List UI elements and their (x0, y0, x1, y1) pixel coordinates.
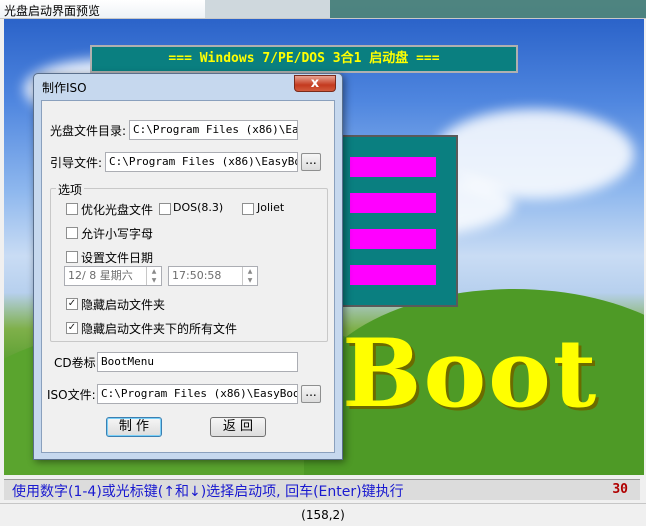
joliet-label: Joliet (257, 201, 285, 214)
hide-boot-label: 隐藏启动文件夹 (81, 298, 166, 312)
boot-hint-text: 使用数字(1-4)或光标键(↑和↓)选择启动项, 回车(Enter)键执行 (12, 484, 404, 500)
back-button[interactable]: 返 回 (210, 417, 266, 437)
browse-boot-file-button[interactable]: ... (301, 153, 321, 171)
boot-big-text: Boot (342, 319, 599, 429)
iso-file-label: ISO文件: (47, 388, 96, 402)
cd-dir-label: 光盘文件目录: (50, 124, 127, 138)
boot-menu-item[interactable] (350, 265, 436, 285)
boot-file-label: 引导文件: (50, 156, 103, 170)
dialog-title: 制作ISO (42, 81, 87, 95)
date-value: 12/ 8 星期六 (68, 269, 133, 282)
iso-file-input[interactable]: C:\Program Files (x86)\EasyBoot\iso (97, 384, 298, 404)
boot-menu (336, 135, 458, 307)
lowercase-label: 允许小写字母 (81, 227, 154, 241)
background-window-strip (205, 0, 330, 18)
background-window-strip (330, 0, 646, 18)
time-value: 17:50:58 (172, 269, 222, 282)
window-title: 光盘启动界面预览 (4, 4, 101, 18)
set-date-checkbox[interactable] (66, 251, 78, 263)
optimize-checkbox[interactable] (66, 203, 78, 215)
time-picker[interactable]: 17:50:58 ▲ ▼ (168, 266, 258, 286)
hide-boot-checkbox[interactable]: ✓ (66, 298, 78, 310)
countdown-timer: 30 (612, 482, 628, 497)
hide-all-label: 隐藏启动文件夹下的所有文件 (81, 322, 238, 336)
dialog-client-area: 光盘文件目录: C:\Program Files (x86)\EasyBoot\… (41, 100, 335, 453)
time-spin-arrows-icon[interactable]: ▲ ▼ (242, 267, 257, 285)
make-button[interactable]: 制 作 (106, 417, 162, 437)
set-date-label: 设置文件日期 (81, 251, 154, 265)
lowercase-checkbox[interactable] (66, 227, 78, 239)
boot-status-strip: 使用数字(1-4)或光标键(↑和↓)选择启动项, 回车(Enter)键执行 30 (4, 479, 640, 500)
make-iso-dialog: 制作ISO x 光盘文件目录: C:\Program Files (x86)\E… (33, 73, 343, 460)
close-button[interactable]: x (294, 75, 336, 92)
hide-all-checkbox[interactable]: ✓ (66, 322, 78, 334)
joliet-checkbox[interactable] (242, 203, 254, 215)
coordinate-statusbar: (158,2) (0, 503, 646, 526)
boot-file-input[interactable]: C:\Program Files (x86)\EasyBoot\ (105, 152, 298, 172)
boot-banner: === Windows 7/PE/DOS 3合1 启动盘 === (90, 45, 518, 73)
boot-menu-item[interactable] (350, 193, 436, 213)
cd-label-label: CD卷标: (54, 356, 100, 370)
optimize-label: 优化光盘文件 (81, 203, 154, 217)
dos83-checkbox[interactable] (159, 203, 171, 215)
outer-window-titlebar: 光盘启动界面预览 (0, 0, 646, 19)
cd-label-input[interactable]: BootMenu (97, 352, 298, 372)
cd-dir-input[interactable]: C:\Program Files (x86)\EasyBoot\ (129, 120, 298, 140)
boot-menu-item[interactable] (350, 157, 436, 177)
boot-menu-item[interactable] (350, 229, 436, 249)
browse-iso-button[interactable]: ... (301, 385, 321, 403)
date-picker[interactable]: 12/ 8 星期六 ▲ ▼ (64, 266, 162, 286)
date-spin-arrows-icon[interactable]: ▲ ▼ (146, 267, 161, 285)
dos83-label: DOS(8.3) (173, 201, 224, 214)
options-group-title: 选项 (56, 181, 85, 198)
